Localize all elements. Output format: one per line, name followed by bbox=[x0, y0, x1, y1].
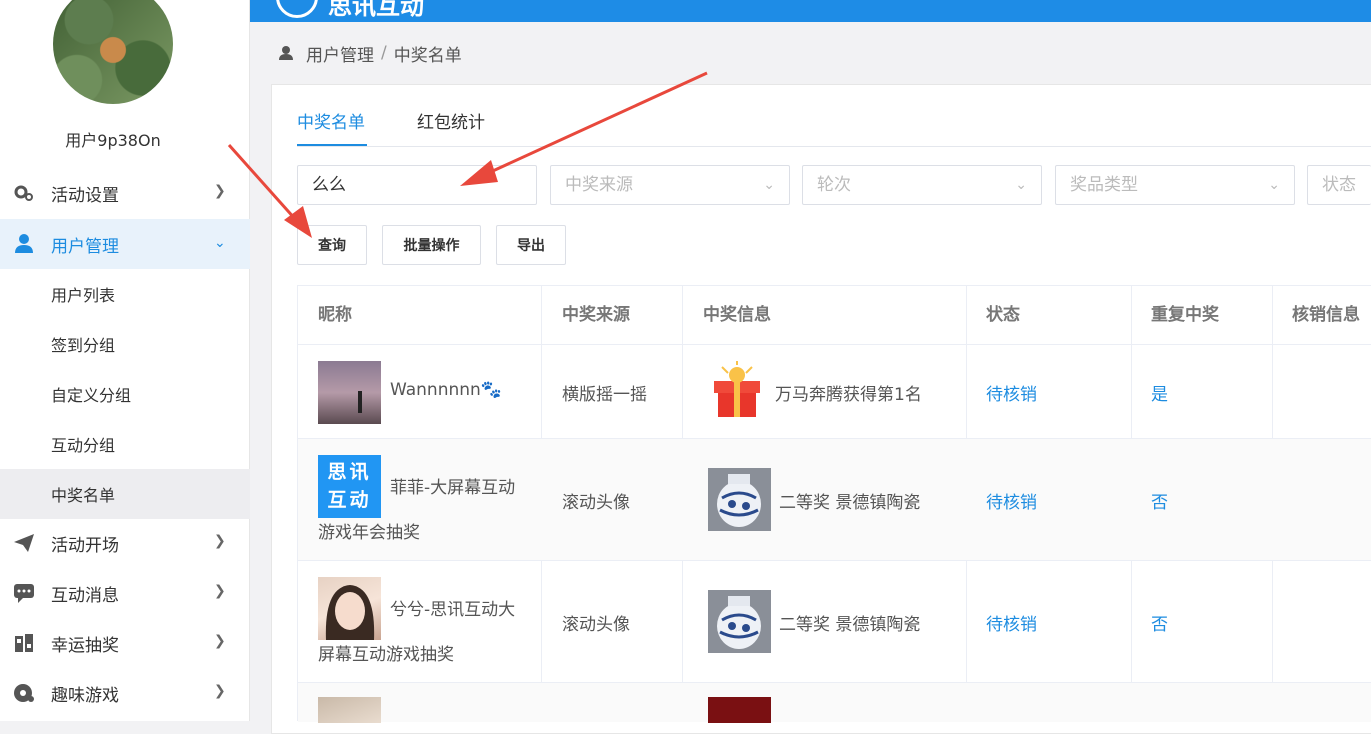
logo-icon bbox=[276, 0, 318, 18]
paper-plane-icon bbox=[12, 532, 36, 554]
search-input[interactable]: 么么 bbox=[297, 165, 537, 205]
tab-winner-list[interactable]: 中奖名单 bbox=[297, 106, 367, 146]
round-select[interactable]: 轮次 ⌄ bbox=[802, 165, 1042, 205]
sidebar-item-label: 活动开场 bbox=[51, 535, 119, 556]
chat-icon bbox=[12, 582, 36, 604]
nickname: Wannnnnn🐾 bbox=[390, 380, 502, 400]
chevron-right-icon: ❯ bbox=[214, 533, 226, 549]
sidebar-item-messages[interactable]: 互动消息 ❯ bbox=[0, 569, 250, 617]
sidebar-item-user-management[interactable]: 用户管理 ⌄ bbox=[0, 219, 250, 269]
breadcrumb-root[interactable]: 用户管理 bbox=[306, 41, 374, 66]
top-header: 思讯互动 bbox=[250, 0, 1371, 22]
status-select-placeholder: 状态 bbox=[1322, 175, 1356, 195]
chevron-right-icon: ❯ bbox=[214, 183, 226, 199]
chevron-right-icon: ❯ bbox=[214, 683, 226, 699]
lottery-icon bbox=[12, 632, 36, 654]
sidebar-subitem-custom-group[interactable]: 自定义分组 bbox=[0, 369, 250, 419]
sidebar-item-lucky-draw[interactable]: 幸运抽奖 ❯ bbox=[0, 619, 250, 667]
win-source: 滚动头像 bbox=[562, 615, 630, 635]
gift-box-icon bbox=[708, 361, 766, 423]
chevron-down-icon: ⌄ bbox=[1268, 177, 1280, 193]
chevron-down-icon: ⌄ bbox=[214, 235, 226, 251]
status-link[interactable]: 待核销 bbox=[986, 488, 1037, 513]
tab-redpacket-stats[interactable]: 红包统计 bbox=[417, 106, 489, 146]
logo-text: 思讯互动 bbox=[328, 0, 424, 20]
prize-info: 二等奖 景德镇陶瓷 bbox=[779, 493, 921, 513]
chevron-down-icon: ⌄ bbox=[763, 177, 775, 193]
col-header-verify-info: 核销信息 bbox=[1292, 305, 1360, 325]
avatar bbox=[318, 361, 381, 424]
chevron-right-icon: ❯ bbox=[214, 583, 226, 599]
sidebar: 用户9p38On 活动设置 ❯ 用户管理 ⌄ 用户列表 签到分组 自定义分组 互… bbox=[0, 0, 250, 721]
export-button[interactable]: 导出 bbox=[496, 225, 566, 265]
breadcrumb-separator: / bbox=[381, 43, 387, 63]
batch-operation-button[interactable]: 批量操作 bbox=[382, 225, 481, 265]
sidebar-subitem-interact-group[interactable]: 互动分组 bbox=[0, 419, 250, 469]
nickname-line1: 菲菲-大屏幕互动 bbox=[390, 478, 516, 498]
chevron-right-icon: ❯ bbox=[214, 633, 226, 649]
col-header-source: 中奖来源 bbox=[562, 305, 630, 325]
tab-bar: 中奖名单 红包统计 bbox=[297, 106, 1371, 147]
col-header-status: 状态 bbox=[986, 305, 1020, 325]
avatar bbox=[318, 697, 381, 723]
avatar: 思讯 互动 bbox=[318, 455, 381, 518]
sidebar-item-label: 幸运抽奖 bbox=[51, 635, 119, 656]
breadcrumb: 用户管理 / 中奖名单 bbox=[278, 41, 462, 66]
avatar bbox=[318, 577, 381, 640]
sidebar-subitem-user-list[interactable]: 用户列表 bbox=[0, 269, 250, 319]
sidebar-item-label: 趣味游戏 bbox=[51, 685, 119, 706]
nickname-line2: 游戏年会抽奖 bbox=[318, 523, 420, 543]
nickname-line1: 兮兮-思讯互动大 bbox=[390, 600, 516, 620]
sidebar-item-activity-settings[interactable]: 活动设置 ❯ bbox=[0, 169, 250, 217]
source-select[interactable]: 中奖来源 ⌄ bbox=[550, 165, 790, 205]
status-select[interactable]: 状态 bbox=[1307, 165, 1371, 205]
round-select-placeholder: 轮次 bbox=[817, 175, 851, 195]
col-header-repeat: 重复中奖 bbox=[1151, 305, 1219, 325]
sidebar-subitem-checkin-group[interactable]: 签到分组 bbox=[0, 319, 250, 369]
repeat-link[interactable]: 否 bbox=[1151, 488, 1168, 513]
win-source: 横版摇一摇 bbox=[562, 385, 647, 405]
sidebar-item-label: 互动消息 bbox=[51, 585, 119, 606]
user-icon bbox=[278, 45, 294, 61]
query-button[interactable]: 查询 bbox=[297, 225, 367, 265]
user-icon bbox=[12, 232, 36, 254]
status-link[interactable]: 待核销 bbox=[986, 610, 1037, 635]
prize-image bbox=[708, 697, 771, 723]
sidebar-subitem-winner-list[interactable]: 中奖名单 bbox=[0, 469, 250, 519]
vase-image bbox=[708, 468, 771, 531]
col-header-nickname: 昵称 bbox=[318, 305, 352, 325]
breadcrumb-current: 中奖名单 bbox=[393, 45, 462, 66]
repeat-link[interactable]: 是 bbox=[1151, 380, 1168, 405]
gamepad-icon bbox=[12, 682, 36, 704]
table-row[interactable]: Wannnnnn🐾 横版摇一摇 万马奔腾获得第1名 待核销 是 bbox=[298, 344, 1371, 438]
gear-icon bbox=[12, 182, 36, 204]
repeat-link[interactable]: 否 bbox=[1151, 610, 1168, 635]
table-row[interactable] bbox=[298, 682, 1371, 723]
nickname-line2: 屏幕互动游戏抽奖 bbox=[318, 645, 454, 665]
source-select-placeholder: 中奖来源 bbox=[565, 175, 633, 195]
prize-info: 二等奖 景德镇陶瓷 bbox=[779, 615, 921, 635]
prize-type-select[interactable]: 奖品类型 ⌄ bbox=[1055, 165, 1295, 205]
table-row[interactable]: 思讯 互动 菲菲-大屏幕互动 游戏年会抽奖 滚动头像 二等奖 景德镇陶瓷 待核销 … bbox=[298, 438, 1371, 560]
winner-table: 昵称 中奖来源 中奖信息 状态 重复中奖 核销信息 Wannnnnn🐾 横版摇一… bbox=[297, 285, 1371, 723]
vase-image bbox=[708, 590, 771, 653]
sidebar-item-label: 活动设置 bbox=[51, 185, 119, 206]
user-avatar[interactable] bbox=[53, 0, 173, 104]
status-link[interactable]: 待核销 bbox=[986, 380, 1037, 405]
sidebar-item-activity-open[interactable]: 活动开场 ❯ bbox=[0, 519, 250, 567]
prize-info: 万马奔腾获得第1名 bbox=[775, 385, 922, 405]
win-source: 滚动头像 bbox=[562, 493, 630, 513]
username: 用户9p38On bbox=[65, 131, 161, 150]
prize-type-select-placeholder: 奖品类型 bbox=[1070, 175, 1138, 195]
col-header-prize-info: 中奖信息 bbox=[703, 305, 771, 325]
sidebar-item-label: 用户管理 bbox=[51, 236, 119, 257]
chevron-down-icon: ⌄ bbox=[1015, 177, 1027, 193]
table-row[interactable]: 兮兮-思讯互动大 屏幕互动游戏抽奖 滚动头像 二等奖 景德镇陶瓷 待核销 否 bbox=[298, 560, 1371, 682]
sidebar-item-games[interactable]: 趣味游戏 ❯ bbox=[0, 669, 250, 717]
